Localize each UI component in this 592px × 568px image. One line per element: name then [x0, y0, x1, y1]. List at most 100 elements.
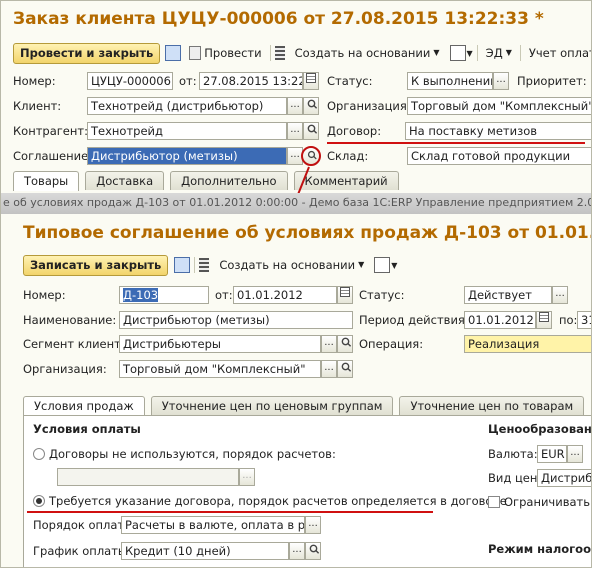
contract-field[interactable]: На поставку метизов	[405, 122, 591, 140]
document-icon	[189, 46, 202, 60]
segment-field[interactable]: Дистрибьютеры	[119, 335, 321, 353]
tab-goods[interactable]: Товары	[13, 171, 80, 191]
period-label: Период действия с:	[359, 313, 479, 327]
calendar-button[interactable]	[303, 72, 319, 90]
price-type-label: Вид цен:	[488, 471, 542, 485]
client-label: Клиент:	[13, 99, 62, 113]
agreement-number-value: Д-103	[123, 288, 159, 302]
currency-field[interactable]: EUR	[537, 445, 567, 463]
calendar-icon	[340, 287, 350, 297]
agreement-status-field[interactable]: Действует	[464, 286, 552, 304]
chevron-down-icon: ▼	[391, 260, 398, 270]
agreement-org-label: Организация:	[23, 362, 107, 376]
period-to-label: по:	[559, 313, 578, 327]
organization-field[interactable]: Торговый дом "Комплексный"	[407, 97, 591, 115]
agreement-name-label: Наименование:	[23, 313, 117, 327]
agreement-tabs: Условия продаж Уточнение цен по ценовым …	[23, 396, 585, 416]
chevron-down-icon: ▼	[433, 48, 440, 57]
client-select-button[interactable]: ...	[287, 97, 303, 115]
search-icon	[309, 544, 317, 553]
post-close-button[interactable]: Провести и закрыть	[13, 42, 161, 64]
number-field[interactable]: ЦУЦУ-000006	[87, 72, 173, 90]
counterparty-select-button[interactable]: ...	[287, 122, 303, 140]
date-field[interactable]: 27.08.2015 13:22:33	[199, 72, 303, 90]
agreement-org-select-button[interactable]: ...	[321, 360, 337, 378]
save-close-button[interactable]: Записать и закрыть	[23, 254, 169, 276]
payment-schedule-open-button[interactable]	[305, 542, 321, 560]
limit-manual-label: Ограничивать руч	[504, 495, 591, 509]
agreement-date-field[interactable]: 01.01.2012	[233, 286, 337, 304]
post-button[interactable]: Провести	[185, 43, 265, 63]
tab-price-groups[interactable]: Уточнение цен по ценовым группам	[150, 396, 394, 415]
option-no-contracts[interactable]: Договоры не используются, порядок расчет…	[33, 445, 336, 463]
agreement-field[interactable]: Дистрибьютор (метизы)	[87, 147, 287, 165]
agreement-calendar-button[interactable]	[337, 286, 353, 304]
radio-no-contracts[interactable]	[33, 448, 45, 460]
agreement-number-field[interactable]: Д-103	[119, 286, 209, 304]
create-based-button[interactable]: Создать на основании ▼	[291, 43, 444, 63]
currency-select-button[interactable]: ...	[567, 445, 583, 463]
limit-manual-check[interactable]	[488, 496, 500, 508]
toolbar-separator	[194, 257, 196, 273]
list-icon[interactable]	[199, 258, 210, 272]
print-icon[interactable]	[449, 45, 466, 61]
agreement-status-label: Статус:	[359, 288, 405, 302]
search-icon	[307, 150, 315, 159]
payment-schedule-label: График оплаты:	[33, 544, 131, 558]
limit-manual-checkbox[interactable]: Ограничивать руч	[488, 493, 591, 511]
save-icon[interactable]	[174, 257, 191, 273]
screenshot-stage: Заказ клиента ЦУЦУ-000006 от 27.08.2015 …	[0, 0, 592, 568]
edi-button[interactable]: ЭД ▼	[482, 43, 516, 63]
save-icon[interactable]	[165, 45, 182, 61]
agreement-create-based-button[interactable]: Создать на основании ▼	[215, 255, 368, 275]
option-contract-required[interactable]: Требуется указание договора, порядок рас…	[33, 492, 507, 510]
payment-report-button[interactable]: Учет оплаты	[525, 43, 591, 63]
contract-highlight-underline	[327, 142, 585, 144]
number-label: Номер:	[13, 74, 56, 88]
period-to-field[interactable]: 31	[577, 311, 591, 329]
chevron-down-icon: ▼	[466, 48, 473, 58]
agreement-org-field[interactable]: Торговый дом "Комплексный"	[119, 360, 321, 378]
tab-sale-terms[interactable]: Условия продаж	[23, 396, 145, 416]
payment-procedure-field[interactable]: Расчеты в валюте, оплата в рублях	[121, 516, 305, 534]
toolbar-separator	[269, 45, 271, 61]
create-based-label: Создать на основании	[294, 46, 431, 60]
date-label: от:	[179, 74, 197, 88]
tab-delivery[interactable]: Доставка	[85, 171, 165, 190]
order-tabs: Товары Доставка Дополнительно Комментари…	[13, 171, 399, 191]
payment-heading: Условия оплаты	[33, 422, 141, 436]
counterparty-label: Контрагент:	[13, 124, 88, 138]
agreement-number-label: Номер:	[23, 288, 66, 302]
radio-contract-required[interactable]	[33, 495, 45, 507]
operation-field[interactable]: Реализация	[464, 335, 591, 353]
calendar-icon	[539, 312, 549, 322]
status-label: Статус:	[327, 74, 373, 88]
segment-open-button[interactable]	[337, 335, 353, 353]
agreement-name-field[interactable]: Дистрибьютор (метизы)	[119, 311, 353, 329]
payment-schedule-field[interactable]: Кредит (10 дней)	[121, 542, 289, 560]
segment-select-button[interactable]: ...	[321, 335, 337, 353]
payment-schedule-select-button[interactable]: ...	[289, 542, 305, 560]
client-open-button[interactable]	[303, 97, 319, 115]
agreement-org-open-button[interactable]	[337, 360, 353, 378]
contract-label: Договор:	[327, 124, 382, 138]
chevron-down-icon: ▼	[358, 260, 365, 269]
status-field[interactable]: К выполнению	[407, 72, 493, 90]
tab-price-goods[interactable]: Уточнение цен по товарам	[399, 396, 585, 415]
warehouse-field[interactable]: Склад готовой продукции	[407, 147, 591, 165]
period-calendar-button[interactable]	[536, 311, 552, 329]
counterparty-open-button[interactable]	[303, 122, 319, 140]
payment-procedure-select-button[interactable]: ...	[305, 516, 321, 534]
status-select-button[interactable]: ...	[493, 72, 509, 90]
print-icon[interactable]	[374, 257, 391, 273]
agreement-title: Типовое соглашение об условиях продаж Д-…	[23, 223, 591, 243]
agreement-status-select-button[interactable]: ...	[552, 286, 568, 304]
period-from-field[interactable]: 01.01.2012	[464, 311, 536, 329]
client-field[interactable]: Технотрейд (дистрибьютор)	[87, 97, 287, 115]
list-icon[interactable]	[274, 46, 285, 60]
tab-additional[interactable]: Дополнительно	[170, 171, 288, 190]
counterparty-field[interactable]: Технотрейд	[87, 122, 287, 140]
tax-heading: Режим налогообл	[488, 542, 591, 556]
search-icon	[307, 99, 315, 108]
price-type-field[interactable]: Дистрибь	[537, 469, 591, 487]
